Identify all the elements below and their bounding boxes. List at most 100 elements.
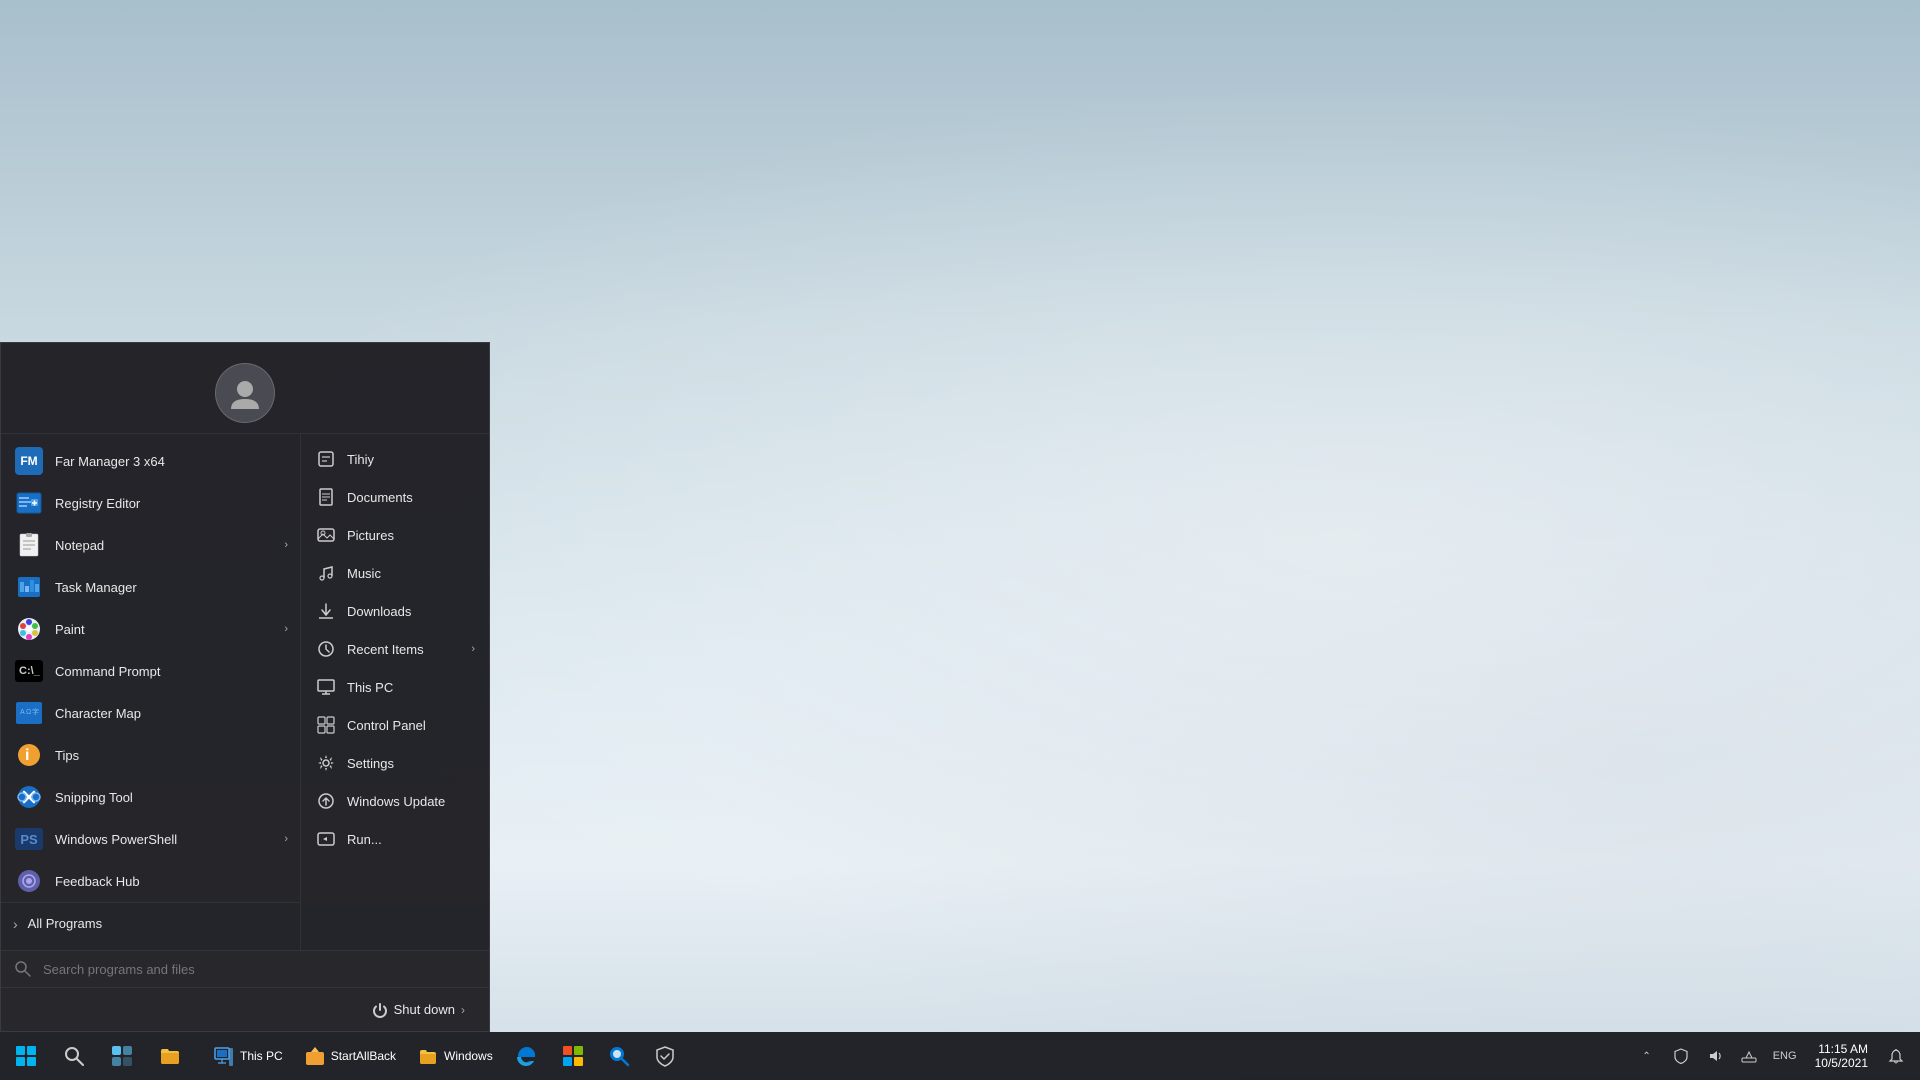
taskbar-explorer-button[interactable]	[148, 1034, 192, 1078]
notification-icon	[1888, 1048, 1904, 1064]
windows-powershell-icon: PS	[13, 823, 45, 855]
taskbar-left	[0, 1034, 196, 1078]
language-tray-icon[interactable]: ENG	[1767, 1034, 1803, 1078]
menu-item-tips[interactable]: i Tips	[1, 734, 300, 776]
menu-right-settings[interactable]: Settings	[301, 744, 489, 782]
security-tray-icon[interactable]	[1665, 1034, 1697, 1078]
windows-folder-icon	[418, 1046, 438, 1066]
taskbar-startallback[interactable]: StartAllBack	[295, 1034, 406, 1078]
menu-right-control-panel[interactable]: Control Panel	[301, 706, 489, 744]
downloads-icon	[315, 600, 337, 622]
volume-tray-icon[interactable]	[1699, 1034, 1731, 1078]
search-icon	[64, 1046, 84, 1066]
recent-items-icon	[315, 638, 337, 660]
taskbar: This PC StartAllBack Windows	[0, 1032, 1920, 1080]
registry-editor-icon	[13, 487, 45, 519]
taskbar-security-button[interactable]	[643, 1034, 687, 1078]
menu-right-recent-items[interactable]: Recent Items ›	[301, 630, 489, 668]
edge-icon	[516, 1045, 538, 1067]
taskbar-search-button[interactable]	[52, 1034, 96, 1078]
tihiy-icon	[315, 448, 337, 470]
taskbar-windows-folder[interactable]: Windows	[408, 1034, 503, 1078]
feedback-hub-icon	[13, 865, 45, 897]
clock-area[interactable]: 11:15 AM 10/5/2021	[1807, 1034, 1876, 1078]
menu-item-feedback-hub[interactable]: Feedback Hub	[1, 860, 300, 902]
search-bar	[1, 950, 489, 987]
user-avatar-area	[1, 343, 489, 434]
svg-text:A: A	[20, 709, 25, 716]
svg-text:Ω: Ω	[26, 709, 31, 716]
clock-time: 11:15 AM	[1818, 1042, 1868, 1056]
menu-right-this-pc[interactable]: This PC	[301, 668, 489, 706]
windows-logo-icon	[16, 1046, 36, 1066]
start-menu: FM Far Manager 3 x64	[0, 342, 490, 1032]
paint-icon	[13, 613, 45, 645]
network-tray-icon[interactable]	[1733, 1034, 1765, 1078]
taskbar-store-button[interactable]	[551, 1034, 595, 1078]
notepad-icon	[13, 529, 45, 561]
menu-right-music[interactable]: Music	[301, 554, 489, 592]
desktop: FM Far Manager 3 x64	[0, 0, 1920, 1080]
task-manager-icon	[13, 571, 45, 603]
far-manager-icon: FM	[13, 445, 45, 477]
taskbar-widgets-button[interactable]	[100, 1034, 144, 1078]
startallback-label: StartAllBack	[331, 1049, 396, 1063]
menu-item-snipping-tool[interactable]: Snipping Tool	[1, 776, 300, 818]
startallback-icon	[305, 1046, 325, 1066]
menu-right-windows-update[interactable]: Windows Update	[301, 782, 489, 820]
menu-item-task-manager[interactable]: Task Manager	[1, 566, 300, 608]
menu-right-pictures[interactable]: Pictures	[301, 516, 489, 554]
this-pc-taskbar-icon	[214, 1046, 234, 1066]
this-pc-label: This PC	[240, 1049, 283, 1063]
menu-right-run[interactable]: Run...	[301, 820, 489, 858]
menu-main: FM Far Manager 3 x64	[1, 434, 489, 950]
start-button[interactable]	[4, 1034, 48, 1078]
taskbar-edge-button[interactable]	[505, 1034, 549, 1078]
show-hidden-icons-button[interactable]: ⌃	[1631, 1034, 1663, 1078]
svg-text:i: i	[25, 747, 29, 764]
shutdown-button[interactable]: Shut down ›	[358, 996, 479, 1024]
all-programs-item[interactable]: › All Programs	[1, 902, 300, 944]
user-avatar[interactable]	[215, 363, 275, 423]
shutdown-area: Shut down ›	[1, 987, 489, 1031]
menu-left: FM Far Manager 3 x64	[1, 434, 301, 950]
menu-item-notepad[interactable]: Notepad ›	[1, 524, 300, 566]
settings-icon	[315, 752, 337, 774]
menu-right: Tihiy Documents Pictures	[301, 434, 489, 950]
tips-icon: i	[13, 739, 45, 771]
security-icon	[654, 1045, 676, 1067]
menu-item-windows-powershell[interactable]: PS Windows PowerShell ›	[1, 818, 300, 860]
control-panel-icon	[315, 714, 337, 736]
documents-icon	[315, 486, 337, 508]
menu-right-tihiy[interactable]: Tihiy	[301, 440, 489, 478]
paint-arrow: ›	[284, 623, 288, 635]
system-tray: ⌃ ENG	[1631, 1034, 1803, 1078]
music-icon	[315, 562, 337, 584]
search-app-icon	[608, 1045, 630, 1067]
menu-right-documents[interactable]: Documents	[301, 478, 489, 516]
this-pc-icon	[315, 676, 337, 698]
widgets-icon	[111, 1045, 133, 1067]
power-icon	[372, 1002, 388, 1018]
notification-button[interactable]	[1880, 1034, 1912, 1078]
taskbar-this-pc[interactable]: This PC	[204, 1034, 293, 1078]
taskbar-right: ⌃ ENG 11:1	[1631, 1034, 1920, 1078]
menu-item-character-map[interactable]: A Ω 字 Character Map	[1, 692, 300, 734]
snipping-tool-icon	[13, 781, 45, 813]
svg-text:字: 字	[32, 707, 39, 716]
run-icon	[315, 828, 337, 850]
menu-item-registry-editor[interactable]: Registry Editor	[1, 482, 300, 524]
pictures-icon	[315, 524, 337, 546]
menu-item-paint[interactable]: Paint ›	[1, 608, 300, 650]
menu-item-command-prompt[interactable]: C:\_ Command Prompt	[1, 650, 300, 692]
recent-items-arrow: ›	[471, 643, 475, 655]
taskbar-search-app-button[interactable]	[597, 1034, 641, 1078]
windows-update-icon	[315, 790, 337, 812]
menu-item-far-manager[interactable]: FM Far Manager 3 x64	[1, 440, 300, 482]
character-map-icon: A Ω 字	[13, 697, 45, 729]
search-input[interactable]	[35, 958, 479, 981]
command-prompt-icon: C:\_	[13, 655, 45, 687]
powershell-arrow: ›	[284, 833, 288, 845]
store-icon	[562, 1045, 584, 1067]
menu-right-downloads[interactable]: Downloads	[301, 592, 489, 630]
